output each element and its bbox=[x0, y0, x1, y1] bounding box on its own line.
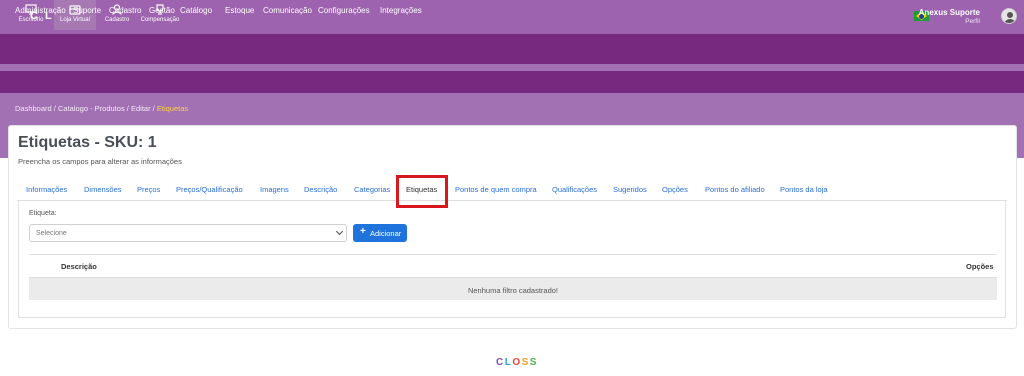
tab-pontos-loja[interactable]: Pontos da loja bbox=[780, 185, 828, 194]
module-loja-virtual[interactable]: Loja Virtual bbox=[54, 0, 96, 30]
menu-integracoes[interactable]: Integrações bbox=[380, 6, 422, 15]
breadcrumb: Dashboard / Catalogo - Produtos / Editar… bbox=[15, 104, 188, 113]
tab-opcoes[interactable]: Opções bbox=[662, 185, 688, 194]
tab-pontos-quem-compra[interactable]: Pontos de quem compra bbox=[455, 185, 537, 194]
tab-dimensoes[interactable]: Dimensões bbox=[84, 185, 122, 194]
breadcrumb-catalogo[interactable]: Catalogo - Produtos bbox=[58, 104, 125, 113]
tab-imagens[interactable]: Imagens bbox=[260, 185, 289, 194]
module-label: Compensação bbox=[140, 17, 180, 23]
tab-precos[interactable]: Preços bbox=[137, 185, 160, 194]
main-menu bbox=[0, 71, 1024, 93]
footer-logo: CLOSS bbox=[496, 357, 538, 368]
etiqueta-label: Etiqueta: bbox=[29, 210, 57, 217]
tab-panel bbox=[18, 200, 1006, 318]
menu-suporte[interactable]: Suporte bbox=[73, 6, 101, 15]
empty-message: Nenhuma filtro cadastrado! bbox=[467, 286, 559, 295]
menu-comunicacao[interactable]: Comunicação bbox=[263, 6, 312, 15]
page-subtitle: Preencha os campos para alterar as infor… bbox=[18, 157, 182, 166]
profile-link[interactable]: Perfil bbox=[965, 18, 980, 25]
plus-icon: + bbox=[360, 226, 366, 237]
tab-qualificacoes[interactable]: Qualificações bbox=[552, 185, 597, 194]
breadcrumb-separator: / bbox=[152, 104, 155, 113]
module-escritorio[interactable]: Escritório bbox=[12, 0, 50, 30]
menu-cadastro[interactable]: Cadastro bbox=[109, 6, 141, 15]
breadcrumb-separator: / bbox=[53, 104, 56, 113]
tab-informacoes[interactable]: Informações bbox=[26, 185, 67, 194]
module-label: Loja Virtual bbox=[60, 17, 90, 23]
column-header-descricao: Descrição bbox=[61, 262, 97, 271]
menu-gestao[interactable]: Gestão bbox=[149, 6, 175, 15]
tab-precos-qualificacao[interactable]: Preços/Qualificação bbox=[176, 185, 243, 194]
tab-categorias[interactable]: Categorias bbox=[354, 185, 390, 194]
column-header-opcoes: Opções bbox=[966, 262, 994, 271]
table-header-divider bbox=[29, 254, 997, 255]
etiqueta-select[interactable] bbox=[29, 224, 347, 242]
menu-configuracoes[interactable]: Configurações bbox=[318, 6, 370, 15]
add-button-label: Adicionar bbox=[370, 229, 402, 238]
page-title: Etiquetas - SKU: 1 bbox=[18, 134, 157, 151]
breadcrumb-separator: / bbox=[126, 104, 129, 113]
modules-bar bbox=[0, 34, 1024, 64]
breadcrumb-current: Etiquetas bbox=[156, 104, 189, 113]
module-label: Escritório bbox=[18, 17, 44, 23]
breadcrumb-dashboard[interactable]: Dashboard bbox=[15, 104, 52, 113]
tab-sugeridos[interactable]: Sugeridos bbox=[613, 185, 647, 194]
empty-message-row: Nenhuma filtro cadastrado! bbox=[0, 286, 1024, 295]
tab-pontos-afiliado[interactable]: Pontos do afiliado bbox=[705, 185, 765, 194]
menu-administracao[interactable]: Administração bbox=[15, 6, 66, 15]
tab-descricao[interactable]: Descrição bbox=[304, 185, 337, 194]
menu-estoque[interactable]: Estoque bbox=[225, 6, 254, 15]
avatar[interactable] bbox=[1001, 8, 1017, 24]
menu-catalogo[interactable]: Catálogo bbox=[180, 6, 212, 15]
module-compensacao[interactable]: Compensação bbox=[137, 0, 183, 30]
divider bbox=[0, 64, 1024, 71]
user-name[interactable]: Anexus Suporte bbox=[919, 8, 980, 17]
module-label: Cadastro bbox=[104, 17, 130, 23]
etiqueta-select-value[interactable]: Selecione bbox=[36, 230, 67, 237]
add-button[interactable]: + Adicionar bbox=[353, 224, 407, 242]
breadcrumb-editar[interactable]: Editar bbox=[131, 104, 151, 113]
module-cadastro[interactable]: Cadastro bbox=[100, 0, 134, 30]
